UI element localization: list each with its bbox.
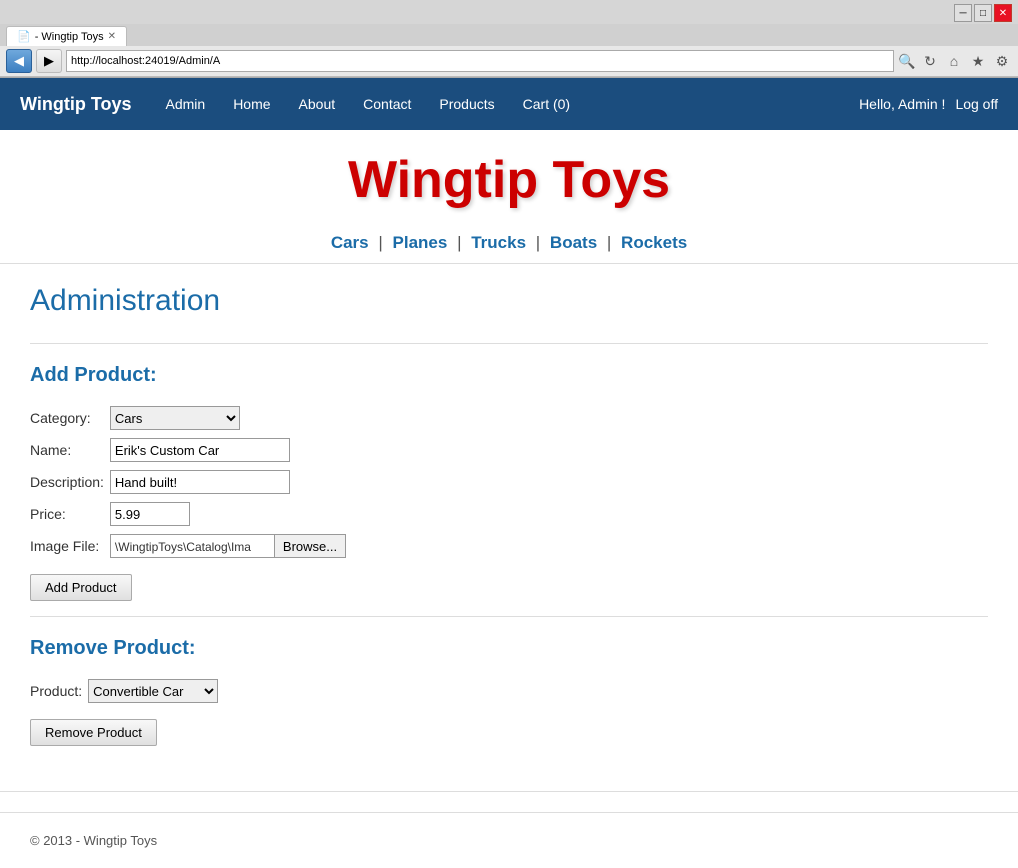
favorites-icon[interactable]: ★ (968, 51, 988, 71)
maximize-button[interactable]: □ (974, 4, 992, 22)
image-file-row: Image File: \WingtipToys\Catalog\Ima Bro… (30, 530, 352, 562)
browser-titlebar: ─ □ ✕ (0, 0, 1018, 24)
sep2: | (457, 233, 461, 252)
cat-rockets[interactable]: Rockets (621, 233, 687, 252)
footer: © 2013 - Wingtip Toys (0, 812, 1018, 868)
remove-product-form: Product: Convertible Car Sports Car Raci… (30, 675, 224, 707)
remove-product-button[interactable]: Remove Product (30, 719, 157, 746)
browse-button[interactable]: Browse... (275, 534, 346, 558)
name-row: Name: (30, 434, 352, 466)
add-product-section: Add Product: Category: Cars Planes Truck… (30, 364, 988, 601)
product-row: Product: Convertible Car Sports Car Raci… (30, 675, 224, 707)
close-button[interactable]: ✕ (994, 4, 1012, 22)
tab-icon: 📄 (17, 30, 31, 43)
nav-home[interactable]: Home (219, 80, 284, 128)
browser-tabs: 📄 - Wingtip Toys ✕ (0, 24, 1018, 46)
description-input[interactable] (110, 470, 290, 494)
cat-planes[interactable]: Planes (393, 233, 448, 252)
price-input[interactable] (110, 502, 190, 526)
section-divider-top (0, 263, 1018, 264)
description-row: Description: (30, 466, 352, 498)
price-row: Price: (30, 498, 352, 530)
browser-tab[interactable]: 📄 - Wingtip Toys ✕ (6, 26, 127, 46)
category-row: Category: Cars Planes Trucks Boats Rocke… (30, 402, 352, 434)
price-label: Price: (30, 506, 66, 522)
forward-button[interactable]: ▶ (36, 49, 62, 73)
browser-chrome: ─ □ ✕ 📄 - Wingtip Toys ✕ ◀ ▶ 🔍 ↻ ⌂ ★ ⚙ (0, 0, 1018, 78)
remove-product-title: Remove Product: (30, 637, 988, 660)
nav-links: Admin Home About Contact Products Cart (… (152, 80, 860, 128)
search-icon[interactable]: 🔍 (897, 51, 917, 71)
category-links: Cars | Planes | Trucks | Boats | Rockets (0, 215, 1018, 263)
nav-hello: Hello, Admin ! (859, 96, 945, 112)
nav-admin[interactable]: Admin (152, 80, 220, 128)
name-label: Name: (30, 442, 71, 458)
page-title: Administration (30, 284, 988, 318)
nav-cart[interactable]: Cart (0) (509, 80, 584, 128)
nav-about[interactable]: About (285, 80, 350, 128)
category-select[interactable]: Cars Planes Trucks Boats Rockets (110, 406, 240, 430)
address-bar: 🔍 ↻ (66, 50, 940, 72)
name-input[interactable] (110, 438, 290, 462)
category-label: Category: (30, 410, 91, 426)
main-content: Administration Add Product: Category: Ca… (0, 284, 1018, 791)
refresh-icon[interactable]: ↻ (920, 51, 940, 71)
settings-icon[interactable]: ⚙ (992, 51, 1012, 71)
nav-products[interactable]: Products (425, 80, 508, 128)
home-icon[interactable]: ⌂ (944, 51, 964, 71)
footer-text: © 2013 - Wingtip Toys (30, 833, 157, 848)
tab-title: - Wingtip Toys (35, 31, 104, 43)
section-divider-remove (30, 616, 988, 617)
sep1: | (378, 233, 382, 252)
product-select[interactable]: Convertible Car Sports Car Racing Car (88, 679, 218, 703)
image-file-label: Image File: (30, 538, 99, 554)
product-label: Product: (30, 683, 82, 699)
cat-cars[interactable]: Cars (331, 233, 369, 252)
cat-boats[interactable]: Boats (550, 233, 597, 252)
add-product-button[interactable]: Add Product (30, 574, 132, 601)
file-path-display: \WingtipToys\Catalog\Ima (110, 534, 275, 558)
footer-divider (0, 791, 1018, 792)
description-label: Description: (30, 474, 104, 490)
section-divider-add (30, 343, 988, 344)
navbar: Wingtip Toys Admin Home About Contact Pr… (0, 78, 1018, 130)
add-product-form: Category: Cars Planes Trucks Boats Rocke… (30, 402, 352, 562)
address-input[interactable] (66, 50, 894, 72)
add-product-title: Add Product: (30, 364, 988, 387)
navbar-brand: Wingtip Toys (20, 94, 132, 115)
minimize-button[interactable]: ─ (954, 4, 972, 22)
tab-close-icon[interactable]: ✕ (108, 31, 116, 42)
nav-right: Hello, Admin ! Log off (859, 96, 998, 112)
cat-trucks[interactable]: Trucks (471, 233, 526, 252)
back-button[interactable]: ◀ (6, 49, 32, 73)
remove-product-section: Remove Product: Product: Convertible Car… (30, 637, 988, 746)
toolbar-icons: ⌂ ★ ⚙ (944, 51, 1012, 71)
site-title: Wingtip Toys (0, 130, 1018, 215)
file-input-row: \WingtipToys\Catalog\Ima Browse... (110, 534, 346, 558)
nav-contact[interactable]: Contact (349, 80, 425, 128)
logoff-link[interactable]: Log off (955, 96, 998, 112)
sep4: | (607, 233, 611, 252)
browser-toolbar: ◀ ▶ 🔍 ↻ ⌂ ★ ⚙ (0, 46, 1018, 77)
sep3: | (536, 233, 540, 252)
